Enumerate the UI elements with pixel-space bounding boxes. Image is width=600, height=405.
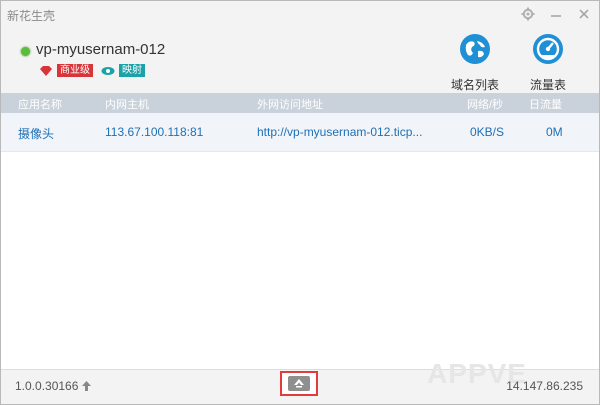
traffic-meter-button[interactable]: 流量表 bbox=[521, 33, 575, 93]
upgrade-arrow-icon[interactable] bbox=[82, 381, 92, 391]
cell-lan-host: 113.67.100.118:81 bbox=[105, 125, 204, 139]
app-window: 新花生壳 vp-myusernam-012 商业级 映射 域名列表 流量表 应用… bbox=[0, 0, 600, 405]
expand-toggle-button[interactable] bbox=[280, 371, 318, 396]
column-public-url: 外网访问地址 bbox=[257, 99, 323, 111]
traffic-meter-label: 流量表 bbox=[529, 78, 566, 92]
chevron-up-icon bbox=[288, 376, 310, 391]
column-lan-host: 内网主机 bbox=[105, 99, 149, 111]
cell-app-name: 摄像头 bbox=[18, 127, 55, 141]
column-daily-traffic: 日流量 bbox=[529, 99, 562, 111]
version-info: 1.0.0.30166 bbox=[15, 379, 92, 393]
speedometer-icon bbox=[533, 34, 563, 64]
public-ip: 14.147.86.235 bbox=[506, 379, 583, 393]
app-title: 新花生壳 bbox=[7, 9, 56, 23]
account-header: vp-myusernam-012 商业级 映射 域名列表 流量表 bbox=[1, 29, 599, 93]
title-bar: 新花生壳 bbox=[1, 1, 599, 29]
mapping-badge: 映射 bbox=[119, 64, 145, 77]
online-status-icon bbox=[21, 47, 30, 56]
column-speed: 网络/秒 bbox=[467, 99, 504, 111]
gem-icon bbox=[40, 65, 52, 76]
domain-list-button[interactable]: 域名列表 bbox=[448, 33, 502, 93]
host-name: vp-myusernam-012 bbox=[36, 41, 166, 58]
settings-icon[interactable] bbox=[521, 7, 535, 21]
plan-badge: 商业级 bbox=[57, 64, 93, 77]
close-icon[interactable] bbox=[577, 7, 591, 21]
status-bar: APPVE 1.0.0.30166 14.147.86.235 bbox=[1, 358, 599, 404]
column-app-name: 应用名称 bbox=[18, 99, 62, 111]
domain-list-label: 域名列表 bbox=[450, 78, 499, 92]
minimize-icon[interactable] bbox=[549, 7, 563, 21]
version-number: 1.0.0.30166 bbox=[15, 379, 79, 393]
window-controls bbox=[521, 7, 591, 21]
table-header: 应用名称 内网主机 外网访问地址 网络/秒 日流量 bbox=[1, 93, 599, 113]
eye-icon bbox=[101, 66, 115, 75]
globe-icon bbox=[460, 34, 490, 64]
table-row[interactable]: 摄像头 113.67.100.118:81 http://vp-myuserna… bbox=[1, 113, 599, 152]
cell-daily-traffic: 0M bbox=[546, 125, 563, 139]
badge-row: 商业级 映射 bbox=[39, 64, 145, 77]
cell-speed: 0KB/S bbox=[470, 125, 505, 139]
cell-public-url[interactable]: http://vp-myusernam-012.ticp... bbox=[257, 125, 422, 139]
